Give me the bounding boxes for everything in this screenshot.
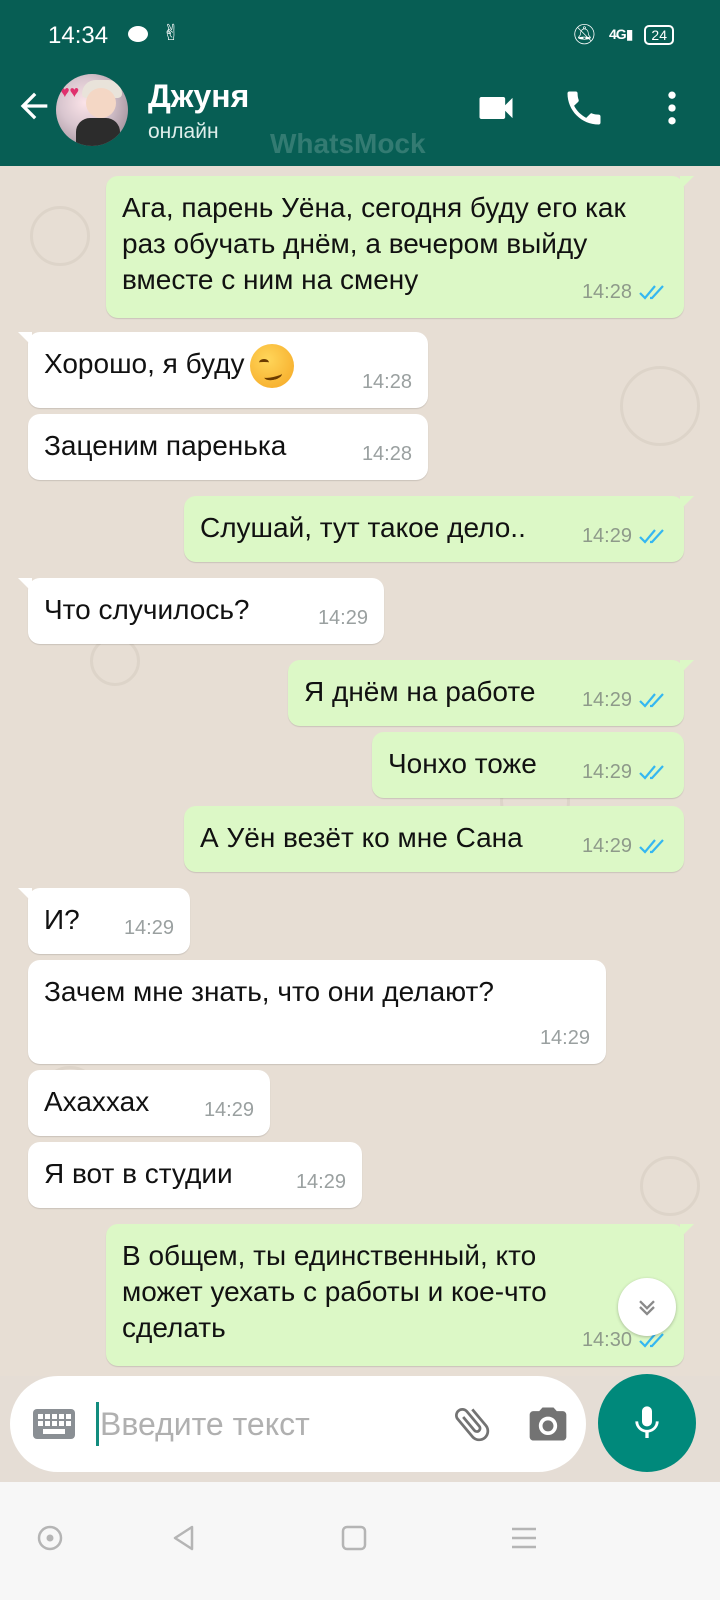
message-time: 14:29 xyxy=(123,917,174,939)
text-cursor xyxy=(96,1402,99,1446)
message-text: Зачем мне знать, что они делают? xyxy=(44,976,494,1007)
status-icons: 🔕︎ 4G▮ 24 xyxy=(572,22,674,47)
message-meta: 14:29 xyxy=(296,1164,346,1200)
bubble-tail xyxy=(680,1224,694,1238)
bubble-tail xyxy=(680,660,694,674)
message-meta: 14:28 xyxy=(362,364,412,400)
message-incoming[interactable]: Хорошо, я буду 14:28 xyxy=(18,332,428,408)
message-meta: 14:29 xyxy=(582,682,668,718)
message-meta: 14:29 xyxy=(204,1092,254,1128)
home-nav-icon[interactable] xyxy=(334,1518,374,1558)
bell-muted-icon: 🔕︎ xyxy=(571,24,598,46)
chevron-down-icon xyxy=(639,1300,655,1316)
phone-icon[interactable] xyxy=(562,86,606,130)
mic-icon xyxy=(635,1406,659,1438)
message-text: Заценим паренька xyxy=(44,430,287,461)
message-meta: 14:29 xyxy=(540,1020,590,1056)
background-doodle xyxy=(620,366,700,446)
video-call-icon[interactable] xyxy=(474,86,518,130)
message-input-bar xyxy=(10,1376,586,1472)
message-time: 14:28 xyxy=(581,281,632,303)
network-signal-icon: 4G▮ xyxy=(609,26,633,42)
recents-nav-icon[interactable] xyxy=(504,1518,544,1558)
keyboard-icon[interactable] xyxy=(32,1408,76,1440)
message-input[interactable] xyxy=(100,1404,430,1444)
message-incoming[interactable]: И? 14:29 xyxy=(18,888,190,954)
double-check-icon xyxy=(639,529,664,544)
bubble-tail xyxy=(18,578,32,592)
message-time: 14:28 xyxy=(361,443,412,465)
message-time: 14:29 xyxy=(581,761,632,783)
double-check-icon xyxy=(639,285,664,300)
bubble-tail xyxy=(18,888,32,902)
contact-status: онлайн xyxy=(148,120,219,143)
avatar[interactable]: ♥♥ xyxy=(56,74,128,146)
double-check-icon xyxy=(639,693,664,708)
message-incoming[interactable]: Зачем мне знать, что они делают? 14:29 xyxy=(28,960,606,1064)
message-outgoing[interactable]: А Уён везёт ко мне Сана 14:29 xyxy=(184,806,684,872)
message-meta: 14:29 xyxy=(124,910,174,946)
status-time: 14:34 xyxy=(48,22,109,49)
victory-hand-icon: ✌ xyxy=(162,20,181,45)
back-arrow-icon[interactable] xyxy=(14,86,54,126)
message-outgoing[interactable]: Я днём на работе 14:29 xyxy=(288,660,694,726)
camera-icon[interactable] xyxy=(526,1402,570,1446)
message-outgoing[interactable]: Чонхо тоже 14:29 xyxy=(372,732,684,798)
message-outgoing[interactable]: Ага, парень Уёна, сегодня буду его как р… xyxy=(106,176,694,318)
battery-icon: 24 xyxy=(644,24,674,45)
bubble-tail xyxy=(680,496,694,510)
message-time: 14:28 xyxy=(361,371,412,393)
message-outgoing[interactable]: В общем, ты единственный, кто может уеха… xyxy=(106,1224,694,1366)
avatar-face xyxy=(86,88,116,118)
message-incoming[interactable]: Ахаххах 14:29 xyxy=(28,1070,270,1136)
message-meta: 14:28 xyxy=(582,274,668,310)
background-doodle xyxy=(640,1156,700,1216)
message-time: 14:29 xyxy=(317,607,368,629)
message-incoming[interactable]: Я вот в студии 14:29 xyxy=(28,1142,362,1208)
chat-area[interactable]: Ага, парень Уёна, сегодня буду его как р… xyxy=(0,166,720,1376)
hearts-icon: ♥♥ xyxy=(60,84,79,101)
contact-name[interactable]: Джуня xyxy=(148,78,249,115)
battery-level: 24 xyxy=(651,26,667,43)
message-time: 14:29 xyxy=(203,1099,254,1121)
scroll-to-bottom-button[interactable] xyxy=(618,1278,676,1336)
message-meta: 14:29 xyxy=(582,754,668,790)
message-incoming[interactable]: Заценим паренька 14:28 xyxy=(28,414,428,480)
voice-message-button[interactable] xyxy=(598,1374,696,1472)
double-check-icon xyxy=(639,839,664,854)
bubble-tail xyxy=(18,332,32,346)
message-text: Хорошо, я буду xyxy=(44,342,412,388)
assistant-nav-icon[interactable] xyxy=(30,1518,70,1558)
network-type: 4G xyxy=(609,26,627,42)
message-time: 14:29 xyxy=(539,1027,590,1049)
message-meta: 14:29 xyxy=(318,600,368,636)
message-text-content: Хорошо, я буду xyxy=(44,348,245,379)
message-incoming[interactable]: Что случилось? 14:29 xyxy=(18,578,384,644)
message-meta: 14:29 xyxy=(582,518,668,554)
watermark: WhatsMock xyxy=(270,128,426,159)
background-doodle xyxy=(30,206,90,266)
double-check-icon xyxy=(639,765,664,780)
message-meta: 14:28 xyxy=(362,436,412,472)
attach-icon[interactable] xyxy=(450,1402,494,1446)
message-time: 14:30 xyxy=(581,1329,632,1351)
chat-notification-icon xyxy=(128,26,148,42)
bubble-tail xyxy=(680,176,694,190)
message-time: 14:29 xyxy=(581,525,632,547)
message-time: 14:29 xyxy=(581,835,632,857)
message-time: 14:29 xyxy=(295,1171,346,1193)
message-time: 14:29 xyxy=(581,689,632,711)
message-outgoing[interactable]: Слушай, тут такое дело.. 14:29 xyxy=(184,496,694,562)
more-vert-icon[interactable] xyxy=(650,86,694,130)
system-nav-bar xyxy=(0,1482,720,1600)
chat-header: ♥♥ Джуня онлайн WhatsMock xyxy=(0,56,720,166)
smirk-emoji-icon xyxy=(250,343,295,388)
back-nav-icon[interactable] xyxy=(164,1518,204,1558)
status-bar: 14:34 ✌ 🔕︎ 4G▮ 24 xyxy=(0,0,720,56)
avatar-body xyxy=(76,118,120,146)
message-meta: 14:29 xyxy=(582,828,668,864)
